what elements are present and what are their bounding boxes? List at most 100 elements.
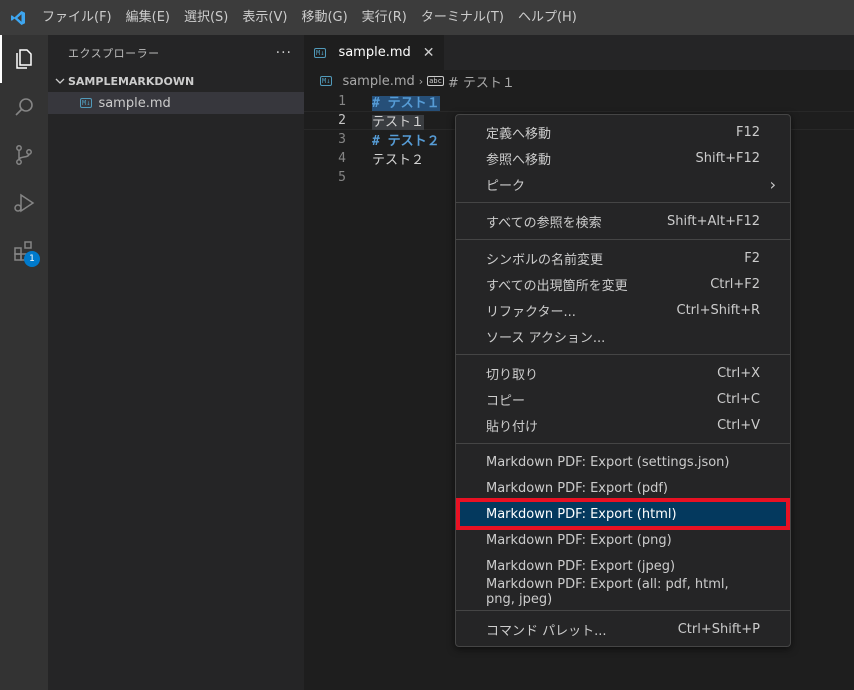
menu-item-label: ソース アクション... <box>486 330 606 346</box>
close-icon[interactable]: ✕ <box>423 45 435 61</box>
chevron-right-icon: › <box>418 74 424 88</box>
menu-item-label: Markdown PDF: Export (png) <box>486 532 672 548</box>
menu-item-label: すべての参照を検索 <box>486 215 602 231</box>
breadcrumb-file[interactable]: sample.md <box>342 74 414 89</box>
search-activity[interactable] <box>0 83 48 131</box>
menu-item-shortcut: Ctrl+C <box>716 391 760 407</box>
menu-item-command-palette[interactable]: コマンド パレット... Ctrl+Shift+P <box>456 616 790 642</box>
menu-terminal[interactable]: ターミナル(T) <box>414 0 511 35</box>
menu-run[interactable]: 実行(R) <box>355 0 414 35</box>
line-number: 3 <box>338 132 346 147</box>
submenu-chevron-icon: › <box>769 174 776 194</box>
menu-item-go-to-references[interactable]: 参照へ移動 Shift+F12 <box>456 145 790 171</box>
menu-item-paste[interactable]: 貼り付け Ctrl+V <box>456 412 790 438</box>
breadcrumb-symbol[interactable]: # テスト１ <box>448 72 515 91</box>
menu-item-label: 切り取り <box>486 367 539 383</box>
menu-item-shortcut: Ctrl+V <box>717 417 760 433</box>
menu-item-label: 定義へ移動 <box>486 126 552 142</box>
menu-item-label: Markdown PDF: Export (html) <box>486 506 677 522</box>
menu-item-export-all[interactable]: Markdown PDF: Export (all: pdf, html, pn… <box>456 577 790 607</box>
title-bar: ファイル(F) 編集(E) 選択(S) 表示(V) 移動(G) 実行(R) ター… <box>0 0 854 35</box>
menu-help[interactable]: ヘルプ(H) <box>511 0 584 35</box>
menu-edit[interactable]: 編集(E) <box>119 0 177 35</box>
menu-item-label: Markdown PDF: Export (pdf) <box>486 480 669 496</box>
markdown-file-icon: M↓ <box>314 47 327 58</box>
menu-item-copy[interactable]: コピー Ctrl+C <box>456 386 790 412</box>
line-number: 5 <box>338 170 346 185</box>
menu-item-shortcut: Shift+F12 <box>695 150 760 166</box>
sidebar-title: エクスプローラー <box>68 46 160 60</box>
line-number: 4 <box>338 151 346 166</box>
menu-item-shortcut: Ctrl+X <box>717 365 760 381</box>
symbol-string-icon: abc <box>427 76 444 86</box>
menu-separator <box>456 354 790 355</box>
code-line: 1 # テスト１ <box>304 92 854 111</box>
menu-item-shortcut: Ctrl+Shift+R <box>676 302 761 318</box>
menu-item-shortcut: Ctrl+Shift+P <box>677 621 760 637</box>
activity-bar: 1 <box>0 35 48 690</box>
menu-separator <box>456 443 790 444</box>
menu-view[interactable]: 表示(V) <box>235 0 294 35</box>
menu-separator <box>456 239 790 240</box>
menu-item-refactor[interactable]: リファクター... Ctrl+Shift+R <box>456 297 790 323</box>
folder-label: SAMPLEMARKDOWN <box>68 74 195 88</box>
menu-item-change-all-occurrences[interactable]: すべての出現箇所を変更 Ctrl+F2 <box>456 271 790 297</box>
menu-item-export-html[interactable]: Markdown PDF: Export (html) <box>456 498 790 530</box>
markdown-file-icon: M↓ <box>320 76 333 86</box>
source-control-activity[interactable] <box>0 131 48 179</box>
run-debug-activity[interactable] <box>0 179 48 227</box>
more-actions-icon[interactable]: ··· <box>276 45 292 61</box>
breadcrumb: M↓ sample.md › abc # テスト１ <box>304 70 854 92</box>
explorer-sidebar: エクスプローラー ··· SAMPLEMARKDOWN M↓ sample.md <box>48 35 304 690</box>
files-icon <box>16 49 32 69</box>
explorer-activity[interactable] <box>0 35 48 83</box>
context-menu: 定義へ移動 F12 参照へ移動 Shift+F12 ピーク › すべての参照を検… <box>455 114 791 647</box>
menu-selection[interactable]: 選択(S) <box>177 0 235 35</box>
line-text: # テスト１ <box>372 96 440 111</box>
tab-sample-md[interactable]: M↓ sample.md ✕ <box>304 35 445 70</box>
file-label: sample.md <box>98 95 171 111</box>
menu-item-export-pdf[interactable]: Markdown PDF: Export (pdf) <box>456 475 790 501</box>
menu-file[interactable]: ファイル(F) <box>35 0 119 35</box>
menu-item-label: 貼り付け <box>486 419 539 435</box>
menu-item-export-png[interactable]: Markdown PDF: Export (png) <box>456 527 790 553</box>
menu-item-source-action[interactable]: ソース アクション... <box>456 323 790 349</box>
menu-item-label: ピーク <box>486 178 526 194</box>
menu-item-shortcut: Shift+Alt+F12 <box>667 213 760 229</box>
chevron-down-icon <box>52 76 68 86</box>
menu-item-label: すべての出現箇所を変更 <box>486 278 628 294</box>
menu-item-label: Markdown PDF: Export (settings.json) <box>486 454 730 470</box>
menu-item-shortcut: F12 <box>735 124 760 140</box>
sidebar-header: エクスプローラー ··· <box>48 35 304 70</box>
menu-item-cut[interactable]: 切り取り Ctrl+X <box>456 360 790 386</box>
menu-item-peek[interactable]: ピーク › <box>456 171 790 197</box>
menu-item-label: 参照へ移動 <box>486 152 552 168</box>
source-control-icon <box>16 145 32 165</box>
menu-item-find-all-references[interactable]: すべての参照を検索 Shift+Alt+F12 <box>456 208 790 234</box>
menu-go[interactable]: 移動(G) <box>294 0 354 35</box>
menu-item-rename-symbol[interactable]: シンボルの名前変更 F2 <box>456 245 790 271</box>
line-text: # テスト２ <box>372 134 440 149</box>
menu-item-go-to-definition[interactable]: 定義へ移動 F12 <box>456 119 790 145</box>
tab-label: sample.md <box>338 45 411 60</box>
menu-item-label: Markdown PDF: Export (jpeg) <box>486 558 676 574</box>
extensions-activity[interactable]: 1 <box>0 227 48 275</box>
line-text: テスト２ <box>372 153 425 168</box>
line-text: テスト１ <box>372 115 425 130</box>
vscode-logo-icon <box>0 0 35 35</box>
search-icon <box>15 98 33 116</box>
file-sample-md[interactable]: M↓ sample.md <box>48 92 304 114</box>
menu-item-export-jpeg[interactable]: Markdown PDF: Export (jpeg) <box>456 553 790 579</box>
menu-item-shortcut: F2 <box>744 250 760 266</box>
menu-item-label: リファクター... <box>486 304 576 320</box>
run-debug-icon <box>14 193 35 213</box>
folder-sample-markdown[interactable]: SAMPLEMARKDOWN <box>48 70 304 92</box>
menu-item-label: コマンド パレット... <box>486 623 607 639</box>
menu-item-export-settings[interactable]: Markdown PDF: Export (settings.json) <box>456 449 790 475</box>
tab-bar: M↓ sample.md ✕ <box>304 35 854 70</box>
menu-item-label: Markdown PDF: Export (all: pdf, html, pn… <box>486 577 729 607</box>
menu-separator <box>456 610 790 611</box>
line-number: 2 <box>338 113 346 128</box>
extensions-badge: 1 <box>24 251 40 267</box>
line-number: 1 <box>338 94 346 109</box>
